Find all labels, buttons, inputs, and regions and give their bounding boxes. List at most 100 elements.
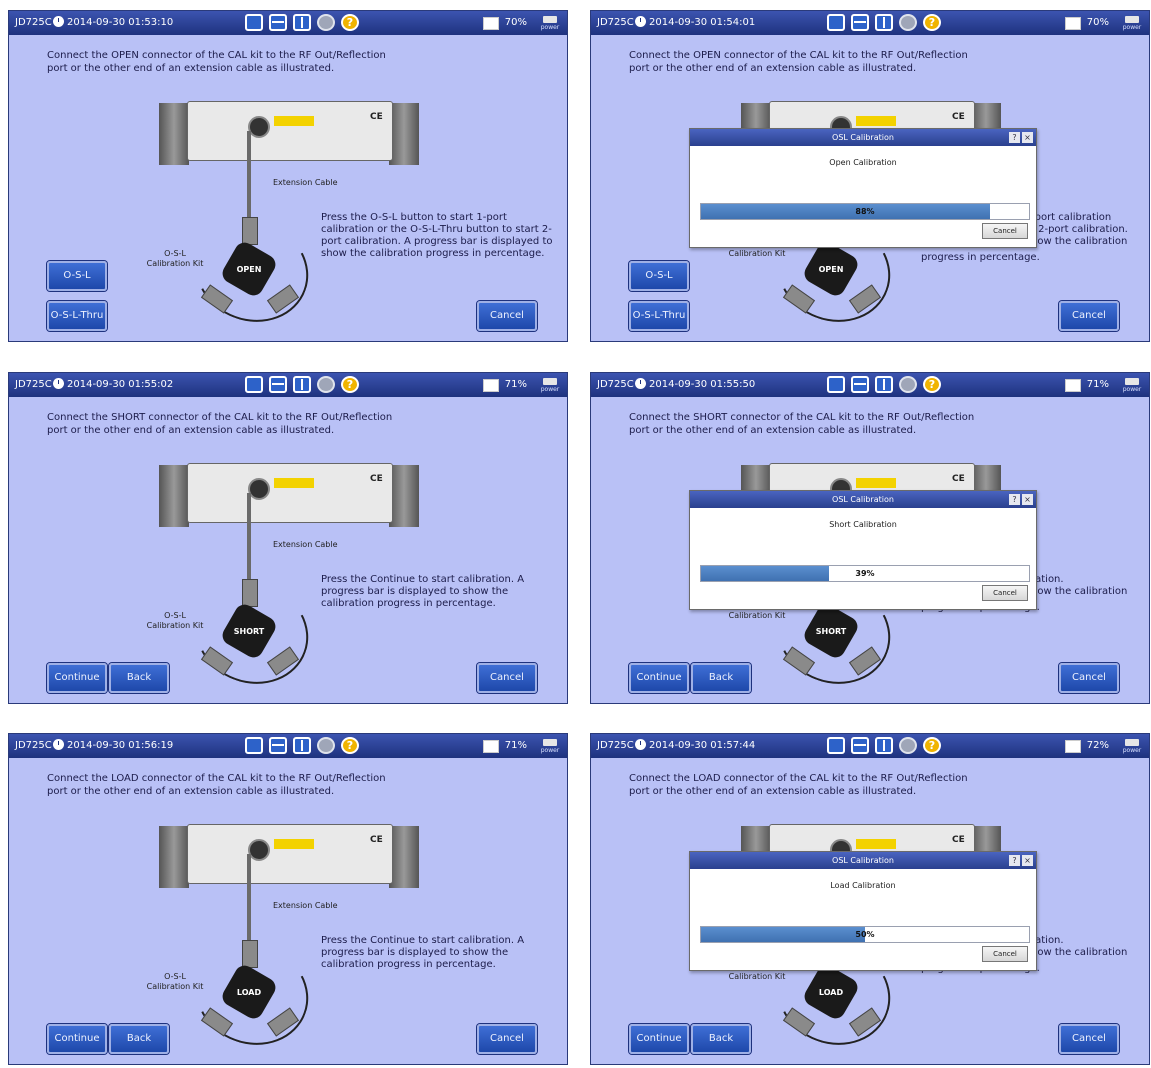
continue-button[interactable]: Continue	[629, 663, 689, 693]
help-icon[interactable]: ?	[923, 376, 941, 393]
help-icon[interactable]: ?	[341, 737, 359, 754]
settings-gear-icon[interactable]	[899, 14, 917, 31]
continue-button[interactable]: Continue	[47, 1024, 107, 1054]
dialog-close-button[interactable]: ×	[1022, 855, 1033, 866]
osl-thru-button[interactable]: O-S-L-Thru	[47, 301, 107, 331]
settings-gear-icon[interactable]	[317, 14, 335, 31]
power-icon[interactable]: power	[1121, 14, 1143, 31]
settings-gear-icon[interactable]	[899, 737, 917, 754]
ui-panel: JD725C 2014-09-30 01:57:44? 72% power Connec…	[590, 733, 1150, 1065]
battery-icon	[483, 17, 499, 30]
split-horizontal-icon[interactable]	[269, 737, 287, 754]
kit-connector-label: LOAD	[236, 988, 262, 997]
device-model: JD725C	[597, 17, 634, 28]
screen-mode-icon[interactable]	[827, 14, 845, 31]
kit-connector-label: SHORT	[815, 627, 847, 636]
cancel-button[interactable]: Cancel	[477, 1024, 537, 1054]
continue-button[interactable]: Continue	[629, 1024, 689, 1054]
help-icon[interactable]: ?	[341, 376, 359, 393]
split-horizontal-icon[interactable]	[851, 737, 869, 754]
settings-gear-icon[interactable]	[317, 376, 335, 393]
screen-mode-icon[interactable]	[827, 376, 845, 393]
dialog-help-button[interactable]: ?	[1009, 132, 1020, 143]
power-icon[interactable]: power	[1121, 737, 1143, 754]
dialog-subtitle: Load Calibration	[830, 881, 896, 890]
osl-button[interactable]: O-S-L	[629, 261, 689, 291]
split-horizontal-icon[interactable]	[851, 376, 869, 393]
battery-percent: 71%	[504, 740, 527, 751]
split-horizontal-icon[interactable]	[269, 14, 287, 31]
cal-kit-illustration: OPEN	[200, 217, 300, 314]
split-vertical-icon[interactable]	[875, 737, 893, 754]
power-label: power	[1122, 386, 1142, 393]
instruction-text: Connect the OPEN connector of the CAL ki…	[47, 50, 386, 74]
help-icon[interactable]: ?	[923, 737, 941, 754]
description-text: -port calibration t 2-port calibration. ho…	[921, 212, 1147, 264]
rf-port-connector	[248, 478, 270, 500]
settings-gear-icon[interactable]	[899, 376, 917, 393]
device-front-panel: CE	[187, 101, 393, 161]
dialog-header: OSL Calibration? ×	[690, 491, 1036, 508]
dialog-cancel-button[interactable]: Cancel	[982, 585, 1028, 601]
cancel-button[interactable]: Cancel	[1059, 663, 1119, 693]
dialog-cancel-button[interactable]: Cancel	[982, 946, 1028, 962]
split-vertical-icon[interactable]	[293, 737, 311, 754]
dialog-close-button[interactable]: ×	[1022, 132, 1033, 143]
back-button[interactable]: Back	[109, 1024, 169, 1054]
ui-panel: JD725C 2014-09-30 01:54:01? 70% power Connec…	[590, 10, 1150, 342]
description-line: -port calibration	[1031, 212, 1112, 223]
cancel-button[interactable]: Cancel	[1059, 301, 1119, 331]
screen-mode-icon[interactable]	[245, 737, 263, 754]
description-text: Press the Continue to start calibration.…	[321, 574, 525, 609]
help-icon[interactable]: ?	[923, 14, 941, 31]
osl-thru-button[interactable]: O-S-L-Thru	[629, 301, 689, 331]
split-horizontal-icon[interactable]	[269, 376, 287, 393]
warning-label	[856, 116, 896, 126]
screen-mode-icon[interactable]	[827, 737, 845, 754]
progress-label: 50%	[855, 930, 875, 939]
back-button[interactable]: Back	[691, 1024, 751, 1054]
cancel-button[interactable]: Cancel	[477, 663, 537, 693]
dialog-help-button[interactable]: ?	[1009, 494, 1020, 505]
battery-icon	[483, 379, 499, 392]
split-vertical-icon[interactable]	[875, 376, 893, 393]
battery-icon	[1065, 17, 1081, 30]
cal-kit-illustration: SHORT	[200, 579, 300, 676]
dialog-cancel-button[interactable]: Cancel	[982, 223, 1028, 239]
osl-button[interactable]: O-S-L	[47, 261, 107, 291]
date-time: 2014-09-30 01:57:44	[649, 740, 756, 751]
power-icon[interactable]: power	[539, 14, 561, 31]
continue-button[interactable]: Continue	[47, 663, 107, 693]
power-icon[interactable]: power	[539, 737, 561, 754]
cancel-button[interactable]: Cancel	[1059, 1024, 1119, 1054]
device-front-panel: CE	[187, 824, 393, 884]
ui-panel: JD725C 2014-09-30 01:55:50? 71% power Connec…	[590, 372, 1150, 704]
device-model: JD725C	[15, 740, 52, 751]
warning-label	[274, 839, 314, 849]
split-vertical-icon[interactable]	[875, 14, 893, 31]
split-horizontal-icon[interactable]	[851, 14, 869, 31]
ui-panel: JD725C 2014-09-30 01:56:19? 71% power Connec…	[8, 733, 568, 1065]
cancel-button[interactable]: Cancel	[477, 301, 537, 331]
ce-mark: CE	[370, 474, 383, 484]
description-text: Press the O-S-L button to start 1-port c…	[321, 212, 553, 259]
screen-mode-icon[interactable]	[245, 14, 263, 31]
power-label: power	[540, 747, 560, 754]
dialog-close-button[interactable]: ×	[1022, 494, 1033, 505]
split-vertical-icon[interactable]	[293, 14, 311, 31]
back-button[interactable]: Back	[691, 663, 751, 693]
top-status-bar: JD725C 2014-09-30 01:56:19? 71% power	[9, 734, 567, 758]
description-line: progress in percentage.	[921, 252, 1040, 263]
battery-icon	[1065, 740, 1081, 753]
screen-mode-icon[interactable]	[245, 376, 263, 393]
description-line: how the calibration	[1031, 236, 1128, 247]
clock-icon	[635, 378, 646, 389]
dialog-title: OSL Calibration	[832, 133, 894, 142]
split-vertical-icon[interactable]	[293, 376, 311, 393]
dialog-help-button[interactable]: ?	[1009, 855, 1020, 866]
help-icon[interactable]: ?	[341, 14, 359, 31]
settings-gear-icon[interactable]	[317, 737, 335, 754]
power-icon[interactable]: power	[539, 376, 561, 393]
back-button[interactable]: Back	[109, 663, 169, 693]
power-icon[interactable]: power	[1121, 376, 1143, 393]
